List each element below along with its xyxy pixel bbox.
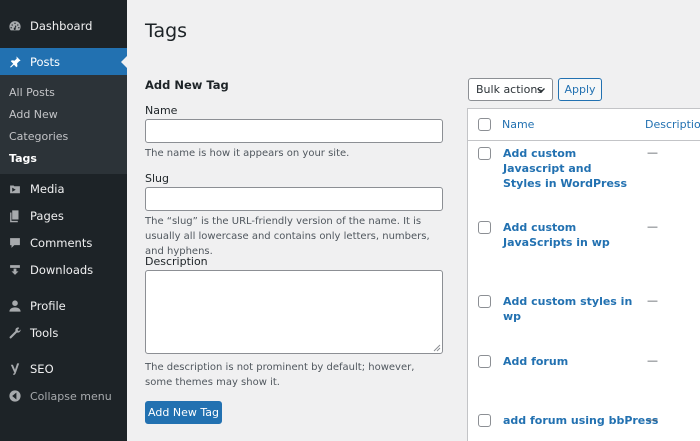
menu-item-comments[interactable]: Comments bbox=[0, 229, 127, 256]
admin-sidebar: Dashboard Posts All Posts Add New Catego… bbox=[0, 0, 127, 441]
pages-icon bbox=[8, 209, 22, 223]
row-checkbox[interactable] bbox=[478, 355, 491, 368]
row-checkbox[interactable] bbox=[478, 221, 491, 234]
table-row-name[interactable]: Add custom JavaScripts in wp bbox=[503, 220, 633, 250]
select-all-checkbox[interactable] bbox=[478, 118, 491, 131]
menu-label-media: Media bbox=[30, 181, 65, 196]
wrench-icon bbox=[8, 326, 22, 340]
chevron-down-icon bbox=[537, 88, 545, 93]
tag-name-input[interactable] bbox=[145, 119, 443, 143]
submenu-categories[interactable]: Categories bbox=[9, 130, 68, 143]
table-row-description: — bbox=[647, 294, 658, 307]
table-row-name[interactable]: Add forum bbox=[503, 354, 633, 369]
slug-help-text: The “slug” is the URL-friendly version o… bbox=[145, 216, 430, 257]
menu-item-posts[interactable]: Posts bbox=[0, 48, 127, 75]
download-icon bbox=[8, 263, 22, 277]
user-icon bbox=[8, 299, 22, 313]
add-new-tag-button[interactable]: Add New Tag bbox=[145, 401, 222, 424]
posts-submenu: All Posts Add New Categories Tags bbox=[0, 75, 127, 174]
menu-item-tools[interactable]: Tools bbox=[0, 319, 127, 346]
add-new-tag-heading: Add New Tag bbox=[145, 78, 229, 92]
menu-item-media[interactable]: Media bbox=[0, 175, 127, 202]
menu-label-dashboard: Dashboard bbox=[30, 18, 93, 33]
table-header: Name Description bbox=[468, 109, 700, 141]
collapse-menu-button[interactable]: Collapse menu bbox=[8, 389, 112, 403]
tags-table: Name Description Add custom Javascript a… bbox=[467, 108, 700, 441]
collapse-arrow-icon bbox=[8, 389, 22, 403]
menu-label-profile: Profile bbox=[30, 298, 66, 313]
table-row-description: — bbox=[647, 413, 658, 426]
row-checkbox[interactable] bbox=[478, 295, 491, 308]
media-icon bbox=[8, 182, 22, 196]
bulk-actions-select[interactable]: Bulk actions bbox=[468, 78, 553, 101]
table-row-name[interactable]: Add custom Javascript and Styles in Word… bbox=[503, 146, 633, 191]
description-help-text: The description is not prominent by defa… bbox=[145, 362, 415, 388]
menu-label-pages: Pages bbox=[30, 208, 64, 223]
table-row-name[interactable]: add forum using bbPress bbox=[503, 413, 663, 428]
apply-button[interactable]: Apply bbox=[558, 78, 602, 101]
menu-item-dashboard[interactable]: Dashboard bbox=[0, 12, 127, 39]
collapse-menu-label: Collapse menu bbox=[30, 389, 112, 403]
menu-label-comments: Comments bbox=[30, 235, 93, 250]
tag-description-textarea[interactable] bbox=[145, 270, 443, 354]
column-header-description[interactable]: Description bbox=[645, 118, 700, 131]
row-checkbox[interactable] bbox=[478, 147, 491, 160]
tag-slug-input[interactable] bbox=[145, 187, 443, 211]
yoast-icon bbox=[8, 362, 22, 376]
menu-label-downloads: Downloads bbox=[30, 262, 94, 277]
menu-item-profile[interactable]: Profile bbox=[0, 292, 127, 319]
menu-label-posts: Posts bbox=[30, 54, 61, 69]
column-header-name[interactable]: Name bbox=[502, 118, 534, 131]
menu-item-downloads[interactable]: Downloads bbox=[0, 256, 127, 283]
page-title: Tags bbox=[145, 20, 188, 42]
slug-label: Slug bbox=[145, 172, 169, 185]
menu-item-seo[interactable]: SEO bbox=[0, 355, 127, 382]
submenu-tags[interactable]: Tags bbox=[9, 152, 37, 165]
comment-icon bbox=[8, 236, 22, 250]
row-checkbox[interactable] bbox=[478, 414, 491, 427]
pushpin-icon bbox=[8, 55, 22, 69]
table-row-description: — bbox=[647, 220, 658, 233]
menu-label-seo: SEO bbox=[30, 361, 54, 376]
table-row-description: — bbox=[647, 354, 658, 367]
menu-item-pages[interactable]: Pages bbox=[0, 202, 127, 229]
name-label: Name bbox=[145, 104, 178, 117]
dashboard-icon bbox=[8, 19, 22, 33]
table-row-description: — bbox=[647, 146, 658, 159]
description-label: Description bbox=[145, 255, 208, 268]
submenu-all-posts[interactable]: All Posts bbox=[9, 86, 55, 99]
name-help-text: The name is how it appears on your site. bbox=[145, 148, 350, 159]
menu-label-tools: Tools bbox=[30, 325, 59, 340]
bulk-actions-value: Bulk actions bbox=[476, 83, 544, 96]
submenu-add-new[interactable]: Add New bbox=[9, 108, 58, 121]
table-row-name[interactable]: Add custom styles in wp bbox=[503, 294, 633, 324]
